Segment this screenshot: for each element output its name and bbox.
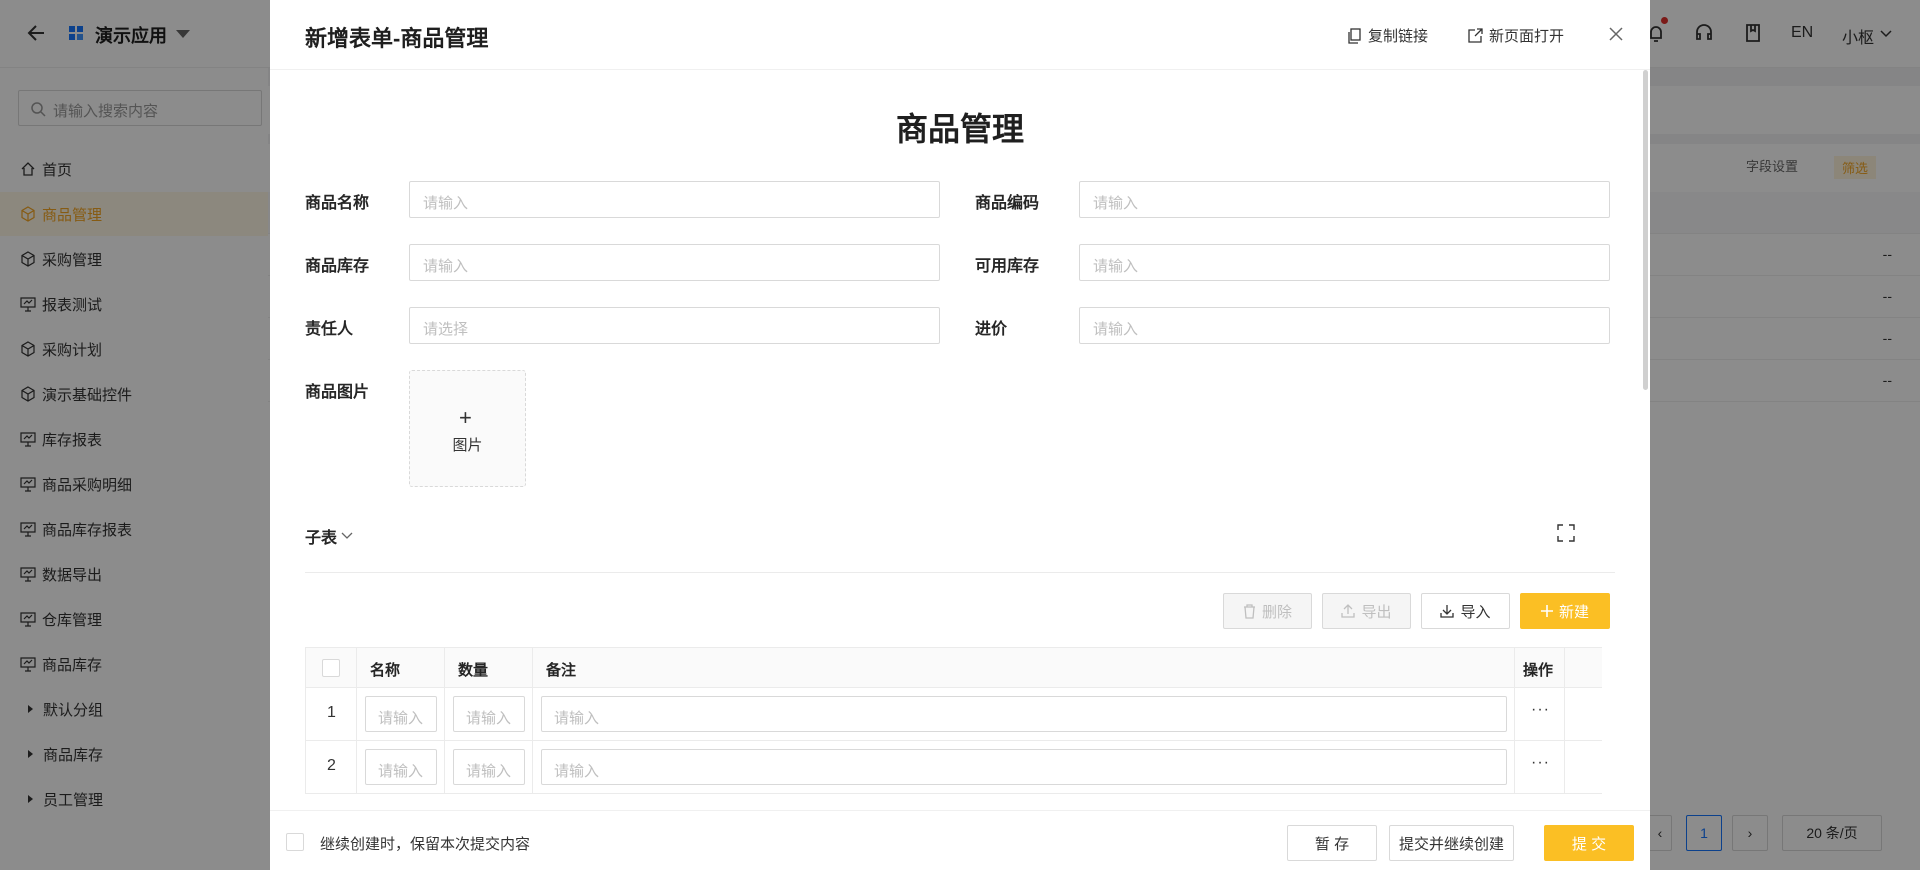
table-row: 1 请输入 请输入 请输入 ··· [305,688,1602,741]
divider [305,572,1615,573]
column-header-note: 备注 [546,662,577,679]
field-label-image: 商品图片 [305,384,370,401]
upload-label: 图片 [452,437,483,454]
new-row-button[interactable]: 新建 [1520,593,1610,629]
keep-content-checkbox[interactable] [286,833,304,851]
field-label-code: 商品编码 [975,195,1040,212]
copy-link-button[interactable]: 复制链接 [1348,25,1428,46]
row-qty-input[interactable]: 请输入 [453,749,525,785]
row-name-input[interactable]: 请输入 [365,696,437,732]
chevron-down-icon [341,532,353,539]
row-qty-input[interactable]: 请输入 [453,696,525,732]
subtable-header-row: 名称 数量 备注 操作 [305,647,1602,688]
new-form-modal: 新增表单-商品管理 复制链接 新页面打开 商品管理 商品名称 请输入 商品编码 … [270,0,1650,870]
subtable-toggle[interactable]: 子表 [305,524,353,548]
row-note-input[interactable]: 请输入 [541,749,1507,785]
form-title: 商品管理 [895,111,1024,147]
save-draft-button[interactable]: 暂 存 [1287,825,1377,861]
open-external-icon [1468,28,1483,43]
row-name-input[interactable]: 请输入 [365,749,437,785]
field-label-name: 商品名称 [305,195,370,212]
submit-continue-button[interactable]: 提交并继续创建 [1389,825,1514,861]
import-button[interactable]: 导入 [1421,593,1510,629]
export-button[interactable]: 导出 [1322,593,1411,629]
name-input[interactable]: 请输入 [409,181,940,218]
fullscreen-icon[interactable] [1557,524,1575,542]
owner-select[interactable]: 请选择 [409,307,940,344]
row-note-input[interactable]: 请输入 [541,696,1507,732]
column-header-ops: 操作 [1523,662,1554,679]
table-row: 2 请输入 请输入 请输入 ··· [305,741,1602,794]
image-upload-button[interactable]: + 图片 [409,370,526,487]
column-header-qty: 数量 [458,662,489,679]
row-more-button[interactable]: ··· [1515,754,1566,772]
download-icon [1440,605,1455,618]
select-all-checkbox[interactable] [322,659,340,677]
plus-icon [1540,605,1553,617]
close-icon[interactable] [1607,25,1625,43]
field-label-price: 进价 [975,321,1008,338]
row-index: 1 [327,704,336,721]
modal-scrollbar[interactable] [1643,70,1648,390]
subtable-title: 子表 [305,530,338,547]
upload-icon [1341,604,1356,618]
submit-button[interactable]: 提 交 [1544,825,1634,861]
field-label-owner: 责任人 [305,321,354,338]
modal-header: 新增表单-商品管理 复制链接 新页面打开 [270,0,1650,70]
delete-button[interactable]: 删除 [1223,593,1312,629]
price-input[interactable]: 请输入 [1079,307,1610,344]
modal-title: 新增表单-商品管理 [305,26,489,51]
copy-icon [1348,27,1361,44]
code-input[interactable]: 请输入 [1079,181,1610,218]
plus-icon: + [459,405,472,430]
column-header-name: 名称 [370,662,401,679]
field-label-available: 可用库存 [975,258,1040,275]
row-index: 2 [327,757,336,774]
open-new-page-button[interactable]: 新页面打开 [1468,25,1564,46]
available-stock-input[interactable]: 请输入 [1079,244,1610,281]
row-more-button[interactable]: ··· [1515,701,1566,719]
keep-content-label: 继续创建时，保留本次提交内容 [320,836,531,853]
modal-footer: 继续创建时，保留本次提交内容 暂 存 提交并继续创建 提 交 [270,810,1650,870]
field-label-stock: 商品库存 [305,258,370,275]
stock-input[interactable]: 请输入 [409,244,940,281]
trash-icon [1243,603,1255,619]
